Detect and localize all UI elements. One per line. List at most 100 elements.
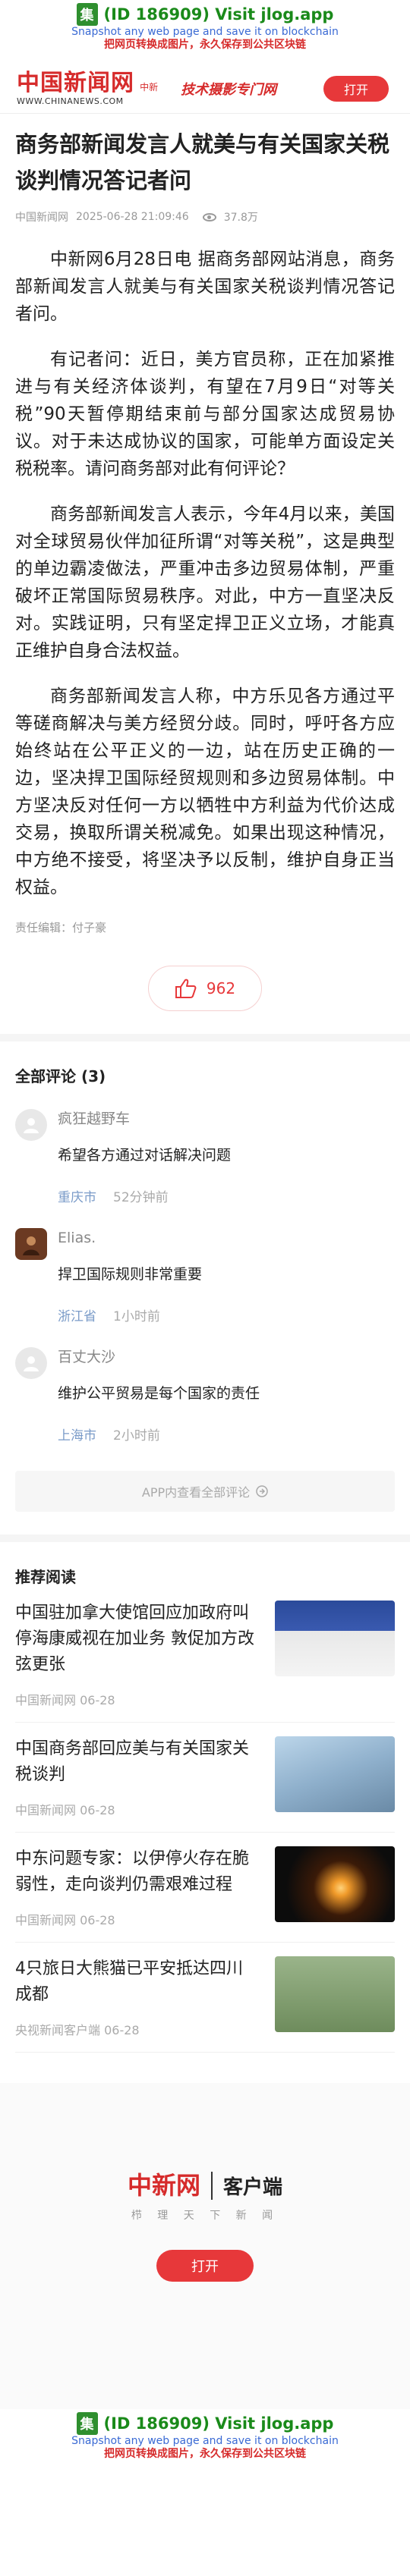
slogan-text: 摄影专门网 [208,81,277,98]
site-header: 中国新闻网 中新 WWW.CHINANEWS.COM 技术摄影专门网 打开 [0,64,410,114]
reco-source: 中国新闻网 [15,1693,77,1707]
list-item[interactable]: 中国商务部回应美与有关国家关税谈判 中国新闻网 06-28 [15,1723,395,1833]
reco-title: 中国商务部回应美与有关国家关税谈判 [15,1739,250,1784]
promo-slogan: 栉 理 天 下 新 闻 [131,2210,279,2222]
recommended-title: 推荐阅读 [15,1568,76,1586]
logo-cn: 中国新闻网 [17,70,134,96]
promo-client: 客户端 [211,2172,282,2200]
comment-location: 浙江省 [58,1309,96,1324]
article-body: 中新网6月28日电 据商务部网站消息，商务部新闻发言人就美与有关国家关税谈判情况… [15,246,395,901]
reco-thumbnail [275,1846,395,1922]
comment-text: 捍卫国际规则非常重要 [58,1266,203,1283]
reco-source: 中国新闻网 [15,1913,77,1927]
avatar[interactable] [15,1109,47,1141]
comments-title: 全部评论 (3) [15,1067,106,1085]
slogan-prefix: 技术 [181,81,209,98]
comments-section: 全部评论 (3) 疯狂越野车 希望各方通过对话解决问题 重庆市 52分钟前 Eli… [0,1041,410,1512]
comment-meta: 上海市 2小时前 [58,1425,395,1444]
article-editor: 责任编辑：付子豪 [15,921,107,935]
jlog-banner[interactable]: 集 (ID 186909) Visit jlog.app Snapshot an… [0,0,410,64]
comment-item: 百丈大沙 维护公平贸易是每个国家的责任 上海市 2小时前 [15,1347,395,1444]
promo-open-button[interactable]: 打开 [156,2250,254,2282]
view-all-comments-label: APP内查看全部评论 [141,1485,251,1500]
list-item[interactable]: 中东问题专家：以伊停火存在脆弱性，走向谈判仍需艰难过程 中国新闻网 06-28 [15,1833,395,1943]
comment-user: Elias. [58,1230,96,1246]
reco-text: 中国商务部回应美与有关国家关税谈判 中国新闻网 06-28 [15,1736,258,1818]
jlog-sub-text-cn: 把网页转换成图片，永久保存到公共区块链 [104,39,306,51]
app-promo: 中新网 客户端 栉 理 天 下 新 闻 打开 [0,2083,410,2409]
reco-title: 中国驻加拿大使馆回应加政府叫停海康威视在加业务 敦促加方改弦更张 [15,1604,254,1674]
comment-time: 2小时前 [113,1428,160,1444]
reco-title: 4只旅日大熊猫已平安抵达四川成都 [15,1959,243,2004]
logo-tag: 中新 [140,82,159,93]
article: 商务部新闻发言人就美与有关国家关税谈判情况答记者问 中国新闻网 2025-06-… [0,114,410,1011]
reco-date: 06-28 [80,1913,115,1927]
reco-meta: 中国新闻网 06-28 [15,1690,258,1708]
comment-user: 疯狂越野车 [58,1111,131,1127]
reco-meta: 中国新闻网 06-28 [15,1910,258,1928]
list-item[interactable]: 4只旅日大熊猫已平安抵达四川成都 央视新闻客户端 06-28 [15,1943,395,2053]
open-app-button[interactable]: 打开 [323,76,389,102]
avatar[interactable] [15,1347,47,1379]
header-slogan: 技术摄影专门网 [181,79,276,99]
jlog-sub-text: Snapshot any web page and save it on blo… [71,26,339,38]
reco-thumbnail [275,1956,395,2032]
jlog-sub-text-cn: 把网页转换成图片，永久保存到公共区块链 [104,2448,306,2460]
like-area: 962 [15,966,395,1011]
article-views: 37.8万 [223,212,258,224]
reco-thumbnail [275,1736,395,1812]
comment-meta: 浙江省 1小时前 [58,1305,395,1324]
section-divider [0,1034,410,1041]
article-datetime: 2025-06-28 21:09:46 [76,211,189,223]
user-icon [24,1356,39,1371]
views-eye-icon [202,212,216,221]
user-photo-icon [23,1236,39,1255]
jlog-logo-icon: 集 [76,2412,98,2435]
comment-body: Elias. 捍卫国际规则非常重要 浙江省 1小时前 [58,1228,395,1324]
promo-brand: 中新网 客户端 [0,2166,410,2201]
avatar[interactable] [15,1228,47,1260]
thumbs-up-icon [175,979,197,998]
like-count: 962 [206,979,236,997]
reco-thumbnail [275,1601,395,1676]
jlog-title-row: 集 (ID 186909) Visit jlog.app [0,2412,410,2435]
comment-item: Elias. 捍卫国际规则非常重要 浙江省 1小时前 [15,1228,395,1324]
recommended-section: 推荐阅读 中国驻加拿大使馆回应加政府叫停海康威视在加业务 敦促加方改弦更张 中国… [0,1542,410,2053]
like-button[interactable]: 962 [148,966,262,1011]
reco-source: 中国新闻网 [15,1803,77,1817]
jlog-sub-text: Snapshot any web page and save it on blo… [71,2435,339,2447]
article-title: 商务部新闻发言人就美与有关国家关税谈判情况答记者问 [15,131,390,193]
jlog-main-text[interactable]: (ID 186909) Visit jlog.app [104,5,334,24]
reco-date: 06-28 [104,2023,140,2037]
section-divider [0,1535,410,1542]
comment-body: 疯狂越野车 希望各方通过对话解决问题 重庆市 52分钟前 [58,1109,395,1205]
jlog-logo-icon: 集 [76,3,98,26]
comment-time: 52分钟前 [113,1190,169,1205]
article-source: 中国新闻网 [15,212,68,224]
comment-time: 1小时前 [113,1309,160,1324]
article-paragraph: 有记者问：近日，美方官员称，正在加紧推进与有关经济体谈判，有望在7月9日“对等关… [15,350,395,479]
logo-cn-row: 中国新闻网 中新 [17,71,158,96]
promo-logo: 中新网 [127,2171,200,2200]
reco-text: 4只旅日大熊猫已平安抵达四川成都 央视新闻客户端 06-28 [15,1956,258,2038]
article-paragraph: 中新网6月28日电 据商务部网站消息，商务部新闻发言人就美与有关国家关税谈判情况… [15,250,395,324]
reco-date: 06-28 [80,1693,115,1707]
view-all-comments-button[interactable]: APP内查看全部评论 [15,1471,395,1512]
comment-user: 百丈大沙 [58,1349,116,1365]
reco-source: 央视新闻客户端 [15,2023,101,2037]
reco-date: 06-28 [80,1803,115,1817]
comment-item: 疯狂越野车 希望各方通过对话解决问题 重庆市 52分钟前 [15,1109,395,1205]
reco-text: 中东问题专家：以伊停火存在脆弱性，走向谈判仍需艰难过程 中国新闻网 06-28 [15,1846,258,1928]
article-paragraph: 商务部新闻发言人表示，今年4月以来，美国对全球贸易伙伴加征所谓“对等关税”，这是… [15,504,395,661]
arrow-right-circle-icon [256,1485,268,1497]
site-logo[interactable]: 中国新闻网 中新 WWW.CHINANEWS.COM [17,71,158,107]
comment-location: 重庆市 [58,1190,96,1205]
jlog-main-text[interactable]: (ID 186909) Visit jlog.app [104,2414,334,2433]
jlog-banner-bottom[interactable]: 集 (ID 186909) Visit jlog.app Snapshot an… [0,2409,410,2473]
list-item[interactable]: 中国驻加拿大使馆回应加政府叫停海康威视在加业务 敦促加方改弦更张 中国新闻网 0… [15,1587,395,1723]
comment-text: 希望各方通过对话解决问题 [58,1147,232,1164]
comment-body: 百丈大沙 维护公平贸易是每个国家的责任 上海市 2小时前 [58,1347,395,1444]
article-meta: 中国新闻网 2025-06-28 21:09:46 37.8万 [15,209,395,225]
reco-title: 中东问题专家：以伊停火存在脆弱性，走向谈判仍需艰难过程 [15,1849,250,1894]
comment-text: 维护公平贸易是每个国家的责任 [58,1385,260,1402]
